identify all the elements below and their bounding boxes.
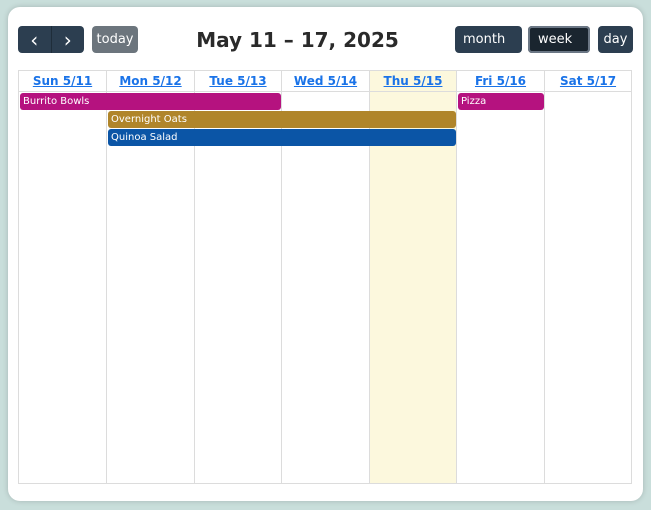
day-view-button[interactable]: day — [598, 26, 633, 53]
chevron-left-icon: ‹ — [30, 27, 39, 52]
page-title: May 11 – 17, 2025 — [196, 28, 399, 52]
day-column[interactable]: Sun 5/11 — [19, 71, 107, 483]
week-grid: Sun 5/11 Mon 5/12 Tue 5/13 Wed 5/14 Thu 5/15… — [18, 70, 632, 484]
day-header: Sun 5/11 — [19, 71, 106, 92]
prev-button[interactable]: ‹ — [18, 26, 51, 53]
day-header: Tue 5/13 — [195, 71, 281, 92]
calendar-event[interactable]: Pizza — [458, 93, 544, 110]
calendar-event[interactable]: Overnight Oats — [108, 111, 456, 128]
day-header-link[interactable]: Sun 5/11 — [33, 74, 92, 88]
calendar-event[interactable]: Quinoa Salad — [108, 129, 456, 146]
day-header-link[interactable]: Wed 5/14 — [294, 74, 357, 88]
day-header: Wed 5/14 — [282, 71, 369, 92]
day-column[interactable]: Fri 5/16 — [457, 71, 545, 483]
day-header: Thu 5/15 — [370, 71, 456, 92]
day-header: Sat 5/17 — [545, 71, 631, 92]
day-header-link[interactable]: Mon 5/12 — [119, 74, 181, 88]
prev-next-group: ‹ › — [18, 26, 84, 53]
day-header-link[interactable]: Fri 5/16 — [475, 74, 526, 88]
month-view-button[interactable]: month — [455, 26, 522, 53]
calendar-event[interactable]: Burrito Bowls — [20, 93, 281, 110]
today-button[interactable]: today — [92, 26, 138, 53]
week-view-button[interactable]: week — [528, 26, 590, 53]
day-header: Mon 5/12 — [107, 71, 194, 92]
next-button[interactable]: › — [50, 26, 85, 53]
chevron-right-icon: › — [63, 27, 72, 52]
day-header-link[interactable]: Thu 5/15 — [384, 74, 443, 88]
day-header: Fri 5/16 — [457, 71, 544, 92]
day-header-link[interactable]: Sat 5/17 — [560, 74, 616, 88]
day-header-link[interactable]: Tue 5/13 — [209, 74, 266, 88]
day-column[interactable]: Sat 5/17 — [545, 71, 632, 483]
